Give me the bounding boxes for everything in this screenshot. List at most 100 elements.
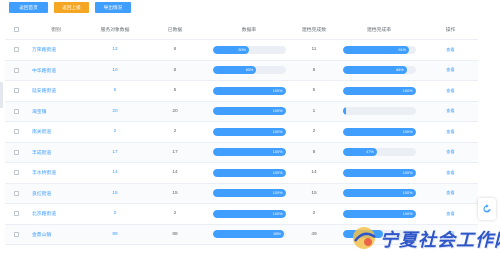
table-header: 街别 服务对象数据 已数据 数据率 建档完成数 建档完成率 操作	[5, 19, 478, 40]
street-link[interactable]: 中华路街道	[27, 67, 85, 74]
done-count: 14	[172, 170, 178, 176]
watermark: 宁夏社会工作网	[350, 222, 500, 253]
view-link[interactable]: 查看	[423, 211, 478, 217]
row-check-cell	[5, 190, 27, 196]
rate-label: 100%	[272, 191, 283, 196]
done-count: 6	[173, 47, 177, 53]
service-count-link[interactable]: 15	[85, 191, 145, 196]
street-link[interactable]: 北京路街道	[27, 210, 85, 217]
rate-label: 98%	[273, 232, 282, 237]
view-link[interactable]: 查看	[423, 108, 478, 114]
table-row: 海宝镇 20 20 100% 1 查看	[5, 101, 478, 122]
view-link[interactable]: 查看	[423, 47, 478, 53]
floating-help-button[interactable]	[478, 198, 496, 220]
row-check-cell	[5, 67, 27, 73]
rate-progress-fill: 100%	[212, 148, 286, 157]
header-service[interactable]: 服务对象数据	[85, 26, 145, 33]
view-link[interactable]: 查看	[423, 170, 478, 176]
done-count: 20	[172, 108, 178, 114]
street-link[interactable]: 良红街道	[27, 190, 85, 197]
archive-rate-progress-fill: 100%	[342, 209, 416, 218]
done-count: 6	[173, 67, 177, 73]
rate-label: 60%	[245, 68, 254, 73]
service-count-link[interactable]: 17	[85, 150, 145, 155]
row-checkbox[interactable]	[13, 170, 19, 176]
header-archive-rate[interactable]: 建档完成率	[335, 26, 423, 33]
archive-rate-progress-bar: 47%	[342, 148, 416, 157]
archive-count: 11	[311, 47, 317, 53]
archive-count: 1	[312, 108, 316, 114]
service-count-link[interactable]: 5	[85, 88, 145, 93]
street-link[interactable]: 延安路街道	[27, 87, 85, 94]
header-done[interactable]: 已数据	[145, 26, 205, 33]
header-archive[interactable]: 建档完成数	[293, 26, 335, 33]
row-checkbox[interactable]	[13, 231, 19, 237]
select-all-cell	[5, 26, 27, 32]
rate-progress-fill: 100%	[212, 107, 286, 116]
header-rate[interactable]: 数据率	[205, 26, 293, 33]
service-count-link[interactable]: 12	[85, 47, 145, 52]
street-link[interactable]: 丰水桥街道	[27, 169, 85, 176]
header-street[interactable]: 街别	[27, 26, 85, 33]
archive-rate-label: 100%	[402, 170, 413, 175]
archive-rate-progress-bar: 100%	[342, 209, 416, 218]
archive-rate-cell: 91%	[335, 45, 423, 54]
rate-progress-fill: 100%	[212, 209, 286, 218]
view-link[interactable]: 查看	[423, 190, 478, 196]
rate-progress-bar: 50%	[212, 45, 286, 54]
row-check-cell	[5, 88, 27, 94]
street-link[interactable]: 南关街道	[27, 128, 85, 135]
rate-progress-fill: 100%	[212, 127, 286, 136]
row-checkbox[interactable]	[13, 67, 19, 73]
table-row: 中华路街道 10 6 60% 8 88% 查看	[5, 60, 478, 81]
service-count-link[interactable]: 2	[85, 129, 145, 134]
rate-progress-fill: 100%	[212, 168, 286, 177]
row-checkbox[interactable]	[13, 88, 19, 94]
rate-progress-bar: 100%	[212, 209, 286, 218]
rate-progress-bar: 100%	[212, 189, 286, 198]
archive-rate-label: 100%	[402, 129, 413, 134]
row-checkbox[interactable]	[13, 108, 19, 114]
service-count-link[interactable]: 89	[85, 232, 145, 237]
side-collapse-handle[interactable]	[0, 82, 3, 108]
street-link[interactable]: 海宝镇	[27, 108, 85, 115]
row-checkbox[interactable]	[13, 190, 19, 196]
archive-count: 8	[312, 67, 316, 73]
archive-rate-progress-fill: 100%	[342, 168, 416, 177]
back-up-button[interactable]: 返回上级	[54, 2, 89, 13]
rate-cell: 100%	[205, 148, 293, 157]
row-checkbox[interactable]	[13, 211, 19, 217]
rate-cell: 100%	[205, 127, 293, 136]
watermark-logo-icon	[353, 227, 376, 249]
rate-label: 100%	[272, 150, 283, 155]
street-link[interactable]: 金鼎山镇	[27, 231, 85, 238]
row-checkbox[interactable]	[13, 149, 19, 155]
view-link[interactable]: 查看	[423, 67, 478, 73]
rate-cell: 100%	[205, 189, 293, 198]
service-count-link[interactable]: 20	[85, 109, 145, 114]
view-link[interactable]: 查看	[423, 129, 478, 135]
view-link[interactable]: 查看	[423, 149, 478, 155]
archive-count: 2	[312, 211, 316, 217]
view-link[interactable]: 查看	[423, 88, 478, 94]
done-count: 17	[172, 149, 178, 155]
service-count-link[interactable]: 14	[85, 170, 145, 175]
service-count-link[interactable]: 2	[85, 211, 145, 216]
select-all-checkbox[interactable]	[13, 26, 19, 32]
rate-progress-bar: 98%	[212, 230, 286, 239]
rate-progress-bar: 100%	[212, 86, 286, 95]
archive-count: 49	[311, 231, 317, 237]
row-checkbox[interactable]	[13, 129, 19, 135]
export-button[interactable]: 导出情况	[95, 2, 131, 13]
rate-cell: 100%	[205, 107, 293, 116]
back-home-button[interactable]: 返回首页	[9, 2, 48, 13]
row-checkbox[interactable]	[13, 47, 19, 53]
archive-rate-cell: 88%	[335, 66, 423, 75]
street-link[interactable]: 万荣路街道	[27, 46, 85, 53]
service-count-link[interactable]: 10	[85, 68, 145, 73]
street-link[interactable]: 丰成街道	[27, 149, 85, 156]
archive-count: 15	[311, 190, 317, 196]
refresh-icon	[483, 204, 491, 213]
header-op: 操作	[445, 27, 456, 33]
row-check-cell	[5, 108, 27, 114]
